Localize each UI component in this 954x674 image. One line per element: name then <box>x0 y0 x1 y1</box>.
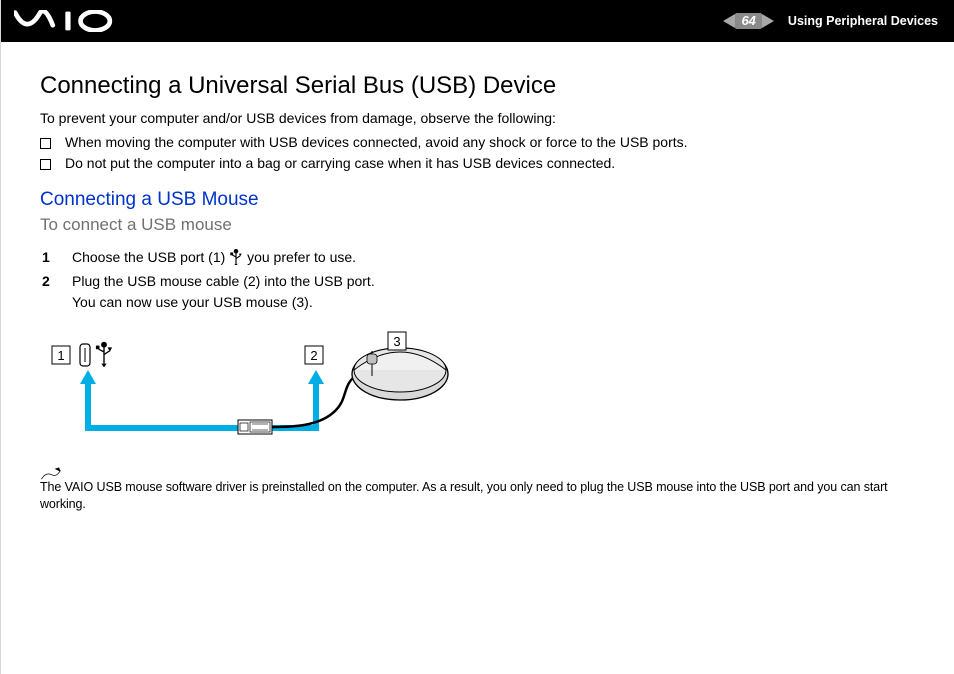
header-bar: 64 Using Peripheral Devices <box>0 0 954 42</box>
step-item: Choose the USB port (1) you prefer to us… <box>72 247 914 267</box>
left-page-edge <box>0 0 1 674</box>
step-text-prefix: Choose the USB port (1) <box>72 249 229 265</box>
list-item: Do not put the computer into a bag or ca… <box>40 155 914 171</box>
square-bullet-icon <box>40 159 51 170</box>
prev-page-arrow-icon[interactable] <box>723 14 735 28</box>
step-list: Choose the USB port (1) you prefer to us… <box>40 247 914 312</box>
list-item-text: When moving the computer with USB device… <box>65 134 688 150</box>
task-subhead: To connect a USB mouse <box>40 215 914 235</box>
usb-mouse-diagram: 1 <box>40 330 914 455</box>
diagram-label-2: 2 <box>310 348 317 363</box>
page-title: Connecting a Universal Serial Bus (USB) … <box>40 72 914 100</box>
usb-trident-icon <box>229 249 243 265</box>
page-nav: 64 <box>723 13 773 29</box>
step-text-prefix: Plug the USB mouse cable (2) into the US… <box>72 273 375 289</box>
step-text-suffix: you prefer to use. <box>247 249 356 265</box>
list-item: When moving the computer with USB device… <box>40 134 914 150</box>
step-text-line2: You can now use your USB mouse (3). <box>72 294 313 310</box>
header-right: 64 Using Peripheral Devices <box>723 13 938 29</box>
square-bullet-icon <box>40 138 51 149</box>
step-item: Plug the USB mouse cable (2) into the US… <box>72 271 914 312</box>
diagram-label-3: 3 <box>393 334 400 349</box>
note-text: The VAIO USB mouse software driver is pr… <box>40 479 914 513</box>
vaio-logo <box>14 10 124 32</box>
precaution-list: When moving the computer with USB device… <box>40 134 914 171</box>
page-number: 64 <box>735 13 761 29</box>
diagram-label-1: 1 <box>57 348 64 363</box>
page-body: Connecting a Universal Serial Bus (USB) … <box>0 42 954 533</box>
note-block: The VAIO USB mouse software driver is pr… <box>40 463 914 513</box>
next-page-arrow-icon[interactable] <box>762 14 774 28</box>
subsection-title: Connecting a USB Mouse <box>40 189 914 211</box>
list-item-text: Do not put the computer into a bag or ca… <box>65 155 615 171</box>
intro-paragraph: To prevent your computer and/or USB devi… <box>40 110 914 126</box>
section-title: Using Peripheral Devices <box>788 14 938 28</box>
